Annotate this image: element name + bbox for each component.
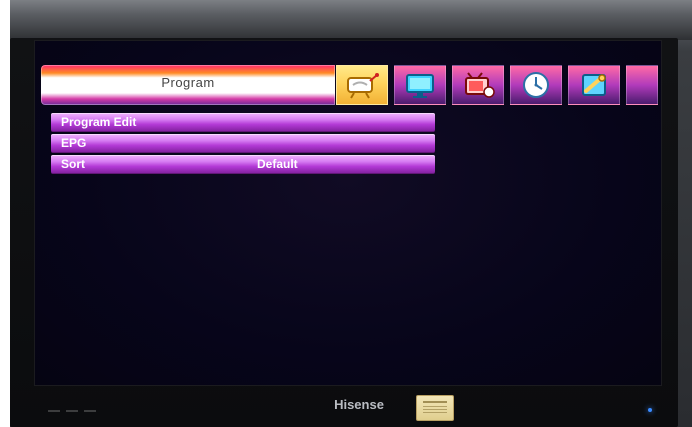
menu-title: Program	[161, 75, 215, 90]
tools-icon	[574, 71, 614, 99]
energy-sticker	[416, 395, 454, 421]
monitor-icon	[400, 71, 440, 99]
clock-icon	[516, 71, 556, 99]
menu-item-sort[interactable]: Sort Default	[51, 155, 435, 174]
tv-icon	[458, 71, 498, 99]
tab-channel[interactable]	[452, 65, 504, 105]
tv-screen: Program Program Edit EPG Sort Default	[34, 40, 662, 386]
menu-item-label: EPG	[61, 136, 87, 150]
power-led	[648, 408, 652, 412]
tab-more[interactable]	[626, 65, 658, 105]
menu-title-bar: Program	[41, 65, 335, 105]
brand-logo: Hisense	[334, 397, 384, 412]
menu-header: Program	[39, 65, 658, 105]
tab-setup[interactable]	[568, 65, 620, 105]
menu-item-epg[interactable]: EPG	[51, 134, 435, 153]
photo-left-edge	[0, 0, 10, 427]
program-icon	[342, 71, 382, 99]
tab-picture[interactable]	[394, 65, 446, 105]
menu-item-label: Sort	[61, 157, 85, 171]
tab-time[interactable]	[510, 65, 562, 105]
tab-program[interactable]	[336, 65, 388, 105]
menu-item-label: Program Edit	[61, 115, 137, 129]
program-menu: Program Edit EPG Sort Default	[51, 113, 435, 176]
tv-top-glare	[10, 0, 692, 40]
bezel-markings	[48, 397, 108, 412]
menu-item-program-edit[interactable]: Program Edit	[51, 113, 435, 132]
menu-item-value: Default	[257, 157, 298, 171]
